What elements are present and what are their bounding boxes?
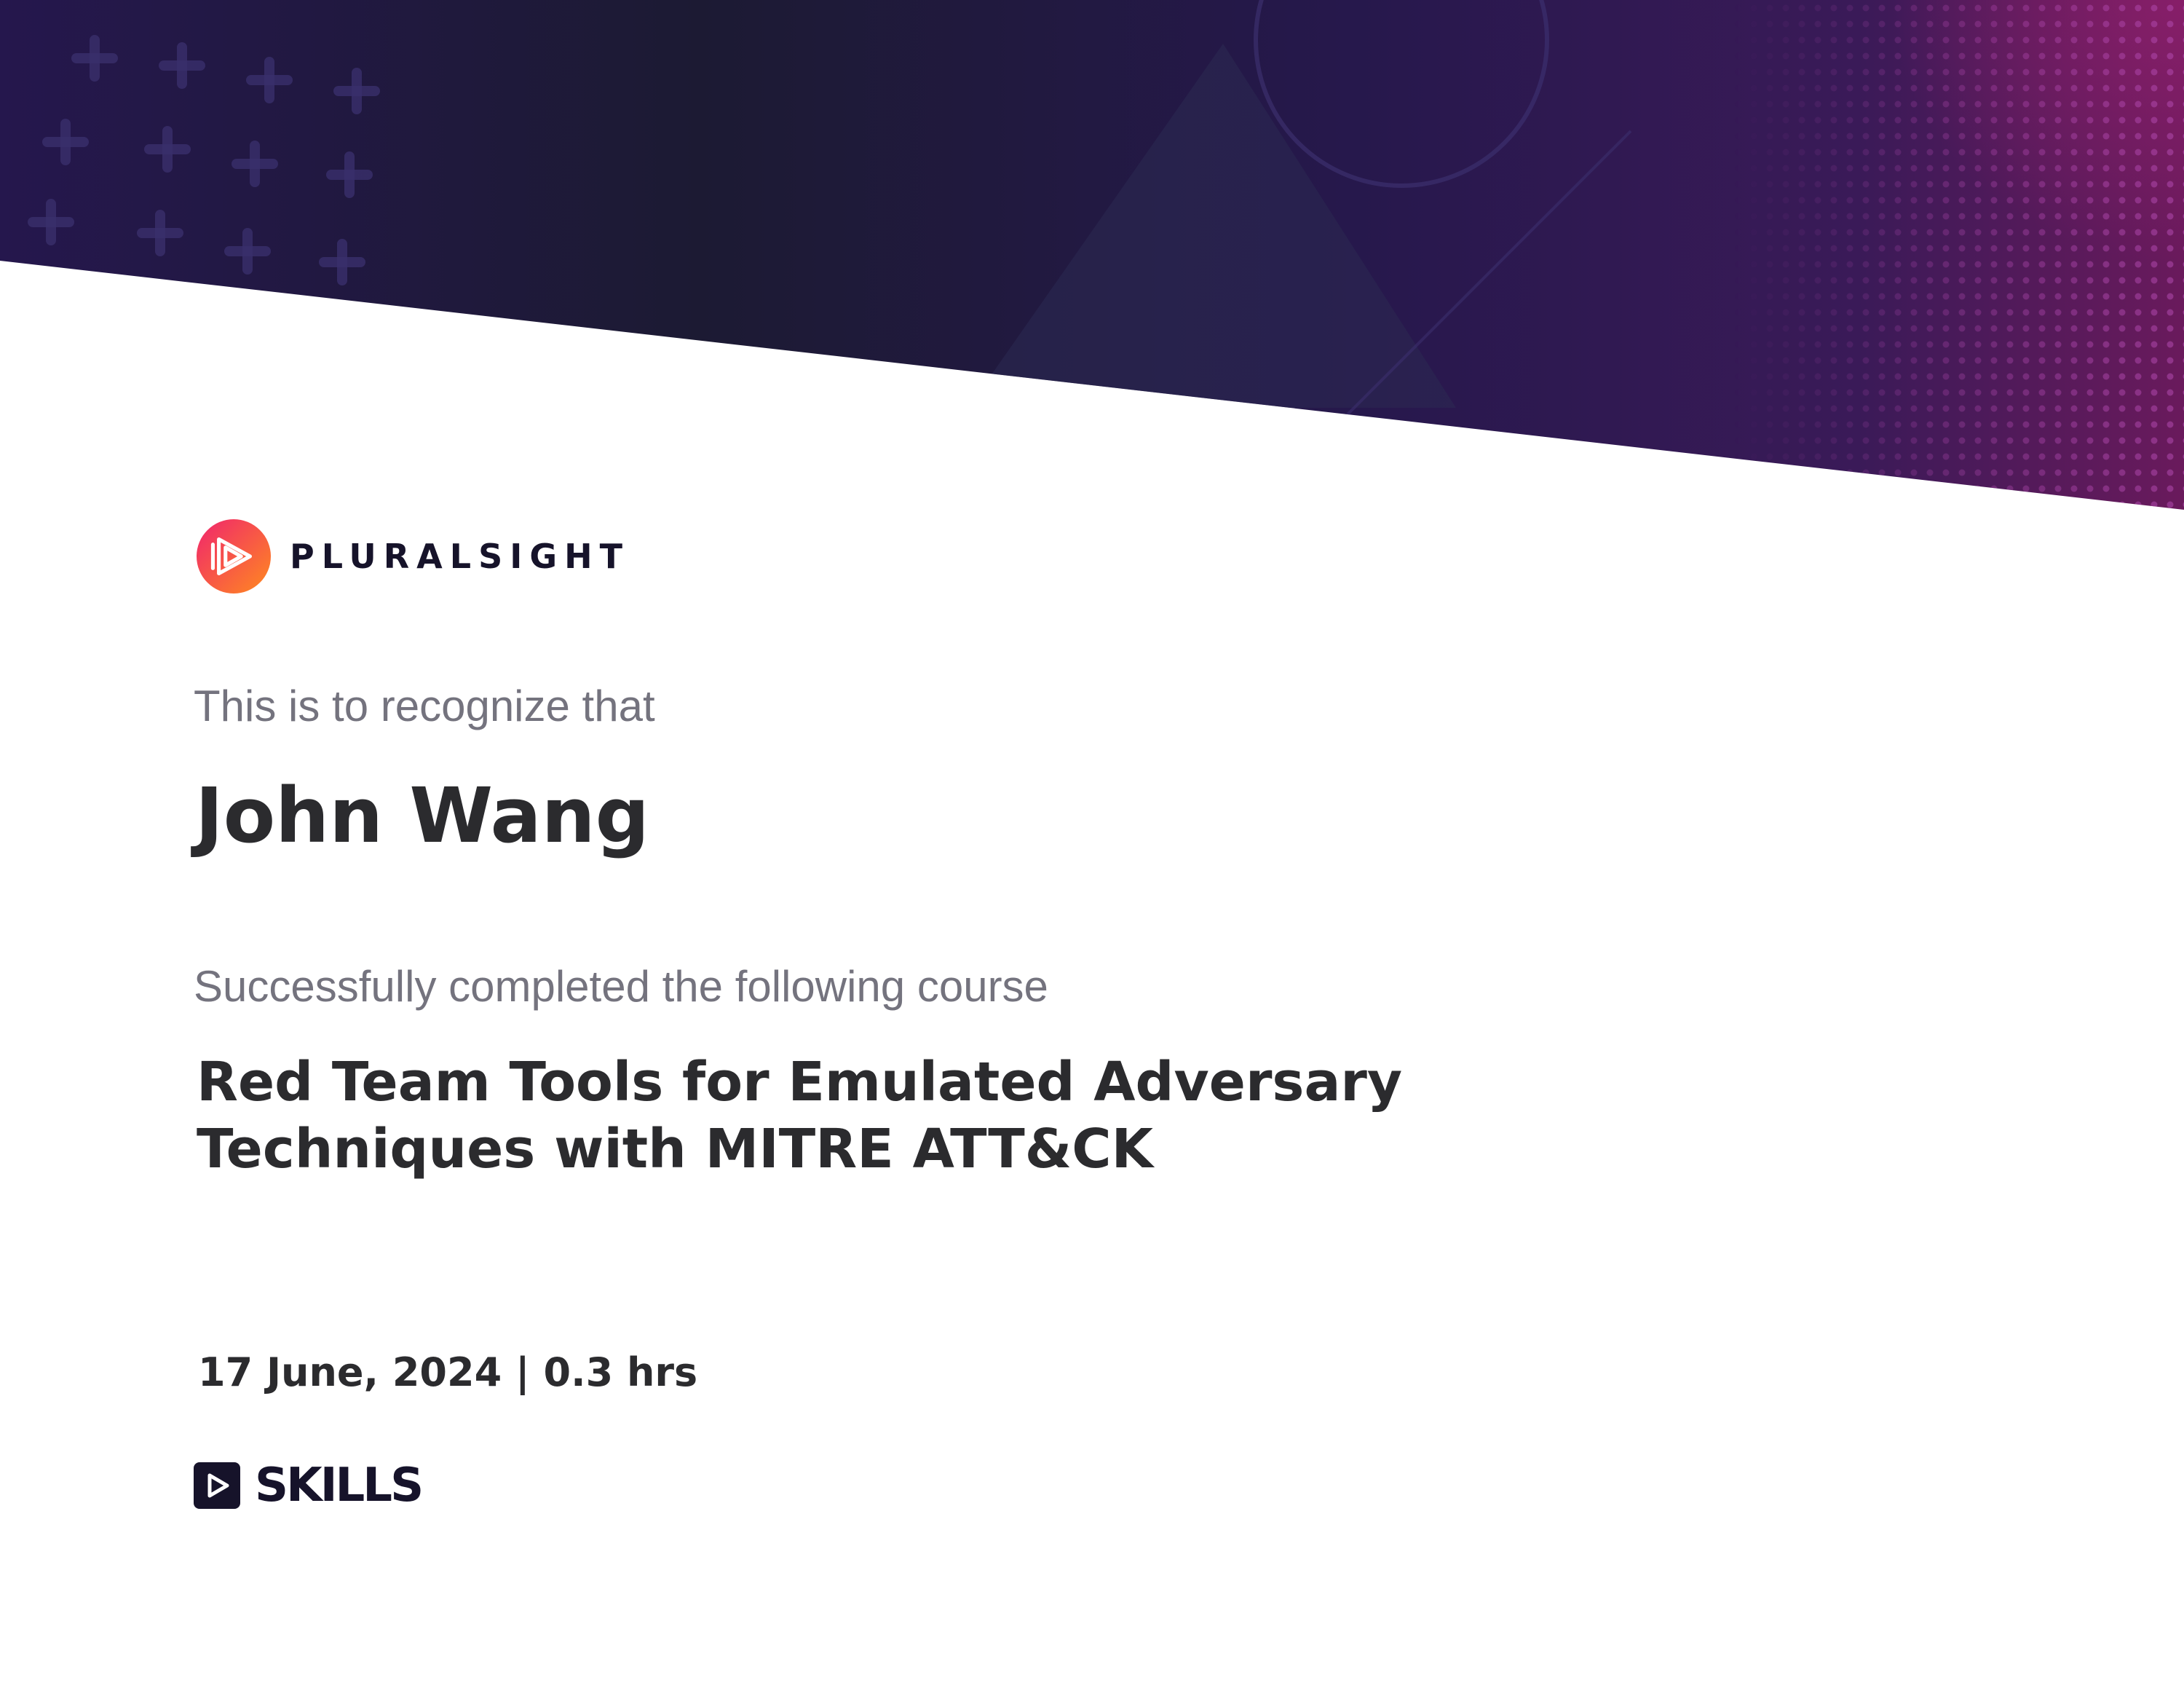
completion-meta: 17 June, 2024 | 0.3 hrs (198, 1353, 697, 1392)
course-title-line: Red Team Tools for Emulated Adversary (197, 1051, 1403, 1113)
completion-statement: Successfully completed the following cou… (194, 962, 1048, 1011)
course-title: Red Team Tools for Emulated Adversary Te… (197, 1049, 1580, 1183)
skills-brand: SKILLS (194, 1459, 424, 1513)
skills-product-name: SKILLS (255, 1459, 424, 1513)
recipient-name: John Wang (195, 771, 650, 860)
completion-date: 17 June, 2024 (198, 1349, 502, 1395)
course-title-line: Techniques with MITRE ATT&CK (197, 1118, 1153, 1180)
pluralsight-logo-icon (197, 519, 271, 593)
course-duration: 0.3 hrs (543, 1349, 698, 1395)
dot-pattern-decoration (1733, 0, 2184, 510)
intro-text: This is to recognize that (194, 682, 655, 730)
certificate-page: PLURALSIGHT This is to recognize that Jo… (0, 0, 2184, 1688)
header-banner (0, 0, 2184, 510)
pluralsight-brand: PLURALSIGHT (197, 518, 630, 594)
meta-separator: | (515, 1349, 530, 1395)
brand-name: PLURALSIGHT (290, 537, 630, 576)
skills-play-icon (194, 1462, 240, 1509)
